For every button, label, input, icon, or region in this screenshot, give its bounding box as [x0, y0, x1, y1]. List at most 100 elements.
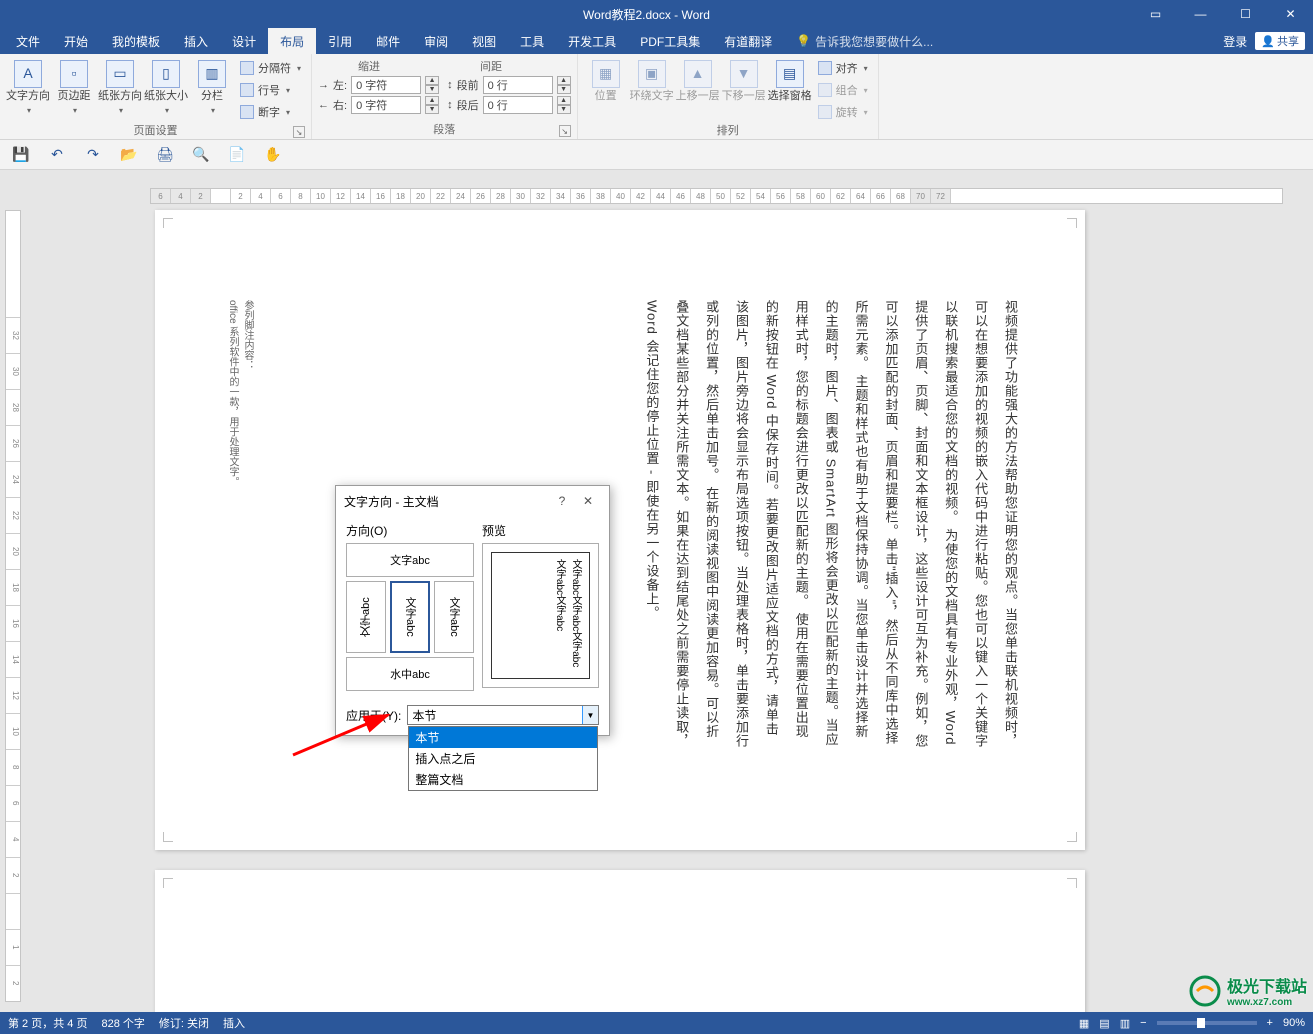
btn-text-direction[interactable]: A文字方向 [6, 58, 50, 116]
view-read-icon[interactable]: ▤ [1099, 1017, 1109, 1030]
spin-down[interactable]: ▼ [557, 105, 571, 114]
zoom-out-button[interactable]: − [1140, 1017, 1146, 1029]
spin-up[interactable]: ▲ [425, 96, 439, 105]
indent-left-icon: → [318, 79, 329, 91]
crop-mark-icon [1067, 832, 1077, 842]
ribbon-options-icon[interactable]: ▭ [1133, 0, 1178, 28]
btn-orientation[interactable]: ▭纸张方向 [98, 58, 142, 116]
btn-selection-pane[interactable]: ▤选择窗格 [768, 58, 812, 102]
indent-right-input[interactable]: 0 字符 [351, 96, 421, 114]
tab-view[interactable]: 视图 [460, 28, 508, 54]
space-after-input[interactable]: 0 行 [483, 96, 553, 114]
status-page[interactable]: 第 2 页，共 4 页 [8, 1015, 87, 1031]
tab-mail[interactable]: 邮件 [364, 28, 412, 54]
chevron-down-icon: ▼ [582, 706, 598, 724]
orient-option-v2[interactable]: 文字abc [390, 581, 430, 653]
btn-forward[interactable]: ▲上移一层 [676, 58, 720, 102]
indent-left-input[interactable]: 0 字符 [351, 76, 421, 94]
chevron-down-icon [862, 106, 868, 118]
ruler-horizontal[interactable]: 6422468101214161820222426283032343638404… [150, 188, 1283, 204]
zoom-slider[interactable] [1157, 1021, 1257, 1025]
dialog-launcher-paragraph[interactable]: ↘ [559, 125, 571, 137]
spin-down[interactable]: ▼ [425, 105, 439, 114]
status-words[interactable]: 828 个字 [101, 1015, 144, 1031]
btn-columns[interactable]: ▥分栏 [190, 58, 234, 116]
btn-breaks[interactable]: 分隔符 [236, 58, 305, 78]
close-button[interactable]: ✕ [1268, 0, 1313, 28]
dialog-launcher-page-setup[interactable]: ↘ [293, 126, 305, 138]
btn-group[interactable]: 组合 [814, 80, 872, 100]
tab-home[interactable]: 开始 [52, 28, 100, 54]
spin-down[interactable]: ▼ [425, 85, 439, 94]
tab-templates[interactable]: 我的模板 [100, 28, 172, 54]
preview-group-label: 预览 [482, 522, 599, 539]
zoom-thumb[interactable] [1197, 1018, 1205, 1028]
page-1[interactable]: 参列脚注内容： office 系列软件中的一款，用于处理文字。 视频提供了功能强… [155, 210, 1085, 850]
btn-margins[interactable]: ▫页边距 [52, 58, 96, 116]
spin-down[interactable]: ▼ [557, 85, 571, 94]
tab-pdf[interactable]: PDF工具集 [628, 28, 712, 54]
ruler-vertical[interactable]: 212468101214161820222426283032 [5, 210, 21, 1002]
dropdown-option[interactable]: 本节 [409, 727, 597, 748]
maximize-button[interactable]: ☐ [1223, 0, 1268, 28]
view-web-icon[interactable]: ▥ [1120, 1017, 1130, 1030]
spin-up[interactable]: ▲ [557, 96, 571, 105]
minimize-button[interactable]: — [1178, 0, 1223, 28]
lightbulb-icon: 💡 [796, 34, 811, 48]
zoom-level[interactable]: 90% [1283, 1017, 1305, 1029]
window-controls: ▭ — ☐ ✕ [1133, 0, 1313, 28]
view-print-layout-icon[interactable]: ▦ [1079, 1017, 1089, 1030]
qat-print-icon[interactable]: 🖨 [156, 146, 174, 164]
btn-hyphenation[interactable]: 断字 [236, 102, 305, 122]
status-insert[interactable]: 插入 [223, 1015, 245, 1031]
tab-review[interactable]: 审阅 [412, 28, 460, 54]
btn-position[interactable]: ▦位置 [584, 58, 628, 102]
qat-undo-icon[interactable]: ↶ [48, 146, 66, 164]
tab-layout[interactable]: 布局 [268, 28, 316, 54]
btn-align[interactable]: 对齐 [814, 58, 872, 78]
spin-up[interactable]: ▲ [557, 76, 571, 85]
btn-rotate[interactable]: 旋转 [814, 102, 872, 122]
status-track[interactable]: 修订: 关闭 [159, 1015, 209, 1031]
tab-insert[interactable]: 插入 [172, 28, 220, 54]
group-paragraph: 缩进间距 →左:0 字符▲▼ ↕段前0 行▲▼ ←右:0 字符▲▼ ↕段后0 行… [312, 54, 578, 139]
columns-icon: ▥ [198, 60, 226, 88]
dropdown-option[interactable]: 插入点之后 [409, 748, 597, 769]
tell-me-search[interactable]: 💡 告诉我您想要做什么... [796, 33, 933, 50]
zoom-in-button[interactable]: + [1267, 1017, 1273, 1029]
login-button[interactable]: 登录 [1223, 33, 1247, 50]
document-vertical-text[interactable]: 视频提供了功能强大的方法帮助您证明您的观点。当您单击联机视频时，可以在想要添加的… [655, 300, 1025, 750]
dialog-titlebar[interactable]: 文字方向 - 主文档 ? ✕ [336, 486, 609, 516]
tab-tools[interactable]: 工具 [508, 28, 556, 54]
tab-developer[interactable]: 开发工具 [556, 28, 628, 54]
share-button[interactable]: 👤共享 [1255, 32, 1305, 50]
page-2[interactable] [155, 870, 1085, 1012]
orient-option-v3[interactable]: 文字abc [434, 581, 474, 653]
spin-up[interactable]: ▲ [425, 76, 439, 85]
apply-to-select[interactable]: 本节 ▼ 本节 插入点之后 整篇文档 [407, 705, 599, 725]
qat-new-icon[interactable]: 📄 [228, 146, 246, 164]
line-numbers-icon [240, 83, 254, 97]
qat-save-icon[interactable]: 💾 [12, 146, 30, 164]
orient-option-horizontal[interactable]: 文字abc [346, 543, 474, 577]
orient-option-v1[interactable]: 文字abc [346, 581, 386, 653]
tab-translate[interactable]: 有道翻译 [712, 28, 784, 54]
btn-line-numbers[interactable]: 行号 [236, 80, 305, 100]
tab-file[interactable]: 文件 [4, 28, 52, 54]
space-before-input[interactable]: 0 行 [483, 76, 553, 94]
dialog-help-button[interactable]: ? [549, 494, 575, 508]
btn-backward[interactable]: ▼下移一层 [722, 58, 766, 102]
qat-touch-icon[interactable]: ✋ [264, 146, 282, 164]
qat-redo-icon[interactable]: ↷ [84, 146, 102, 164]
tab-references[interactable]: 引用 [316, 28, 364, 54]
dropdown-option[interactable]: 整篇文档 [409, 769, 597, 790]
qat-preview-icon[interactable]: 🔍 [192, 146, 210, 164]
qat-open-icon[interactable]: 📂 [120, 146, 138, 164]
tab-design[interactable]: 设计 [220, 28, 268, 54]
chevron-down-icon [209, 104, 215, 116]
btn-wrap[interactable]: ▣环绕文字 [630, 58, 674, 102]
watermark: 极光下载站 www.xz7.com [1189, 973, 1307, 1008]
dialog-close-button[interactable]: ✕ [575, 494, 601, 508]
orient-option-h2[interactable]: 水中abc [346, 657, 474, 691]
btn-size[interactable]: ▯纸张大小 [144, 58, 188, 116]
